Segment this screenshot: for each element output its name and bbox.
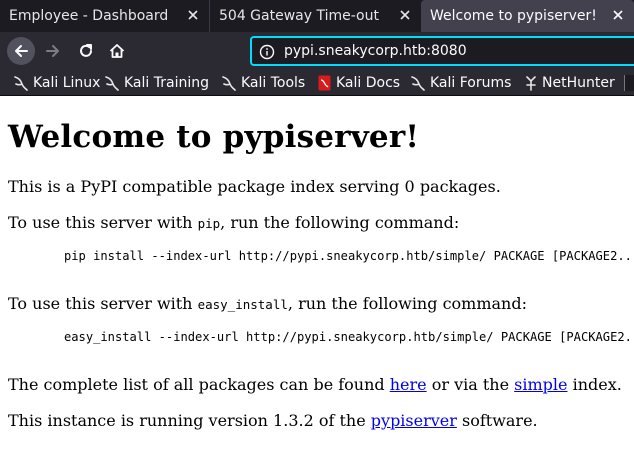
- bookmarks-toolbar: Kali Linux Kali Training Kali Tools Kali…: [0, 70, 634, 96]
- close-icon[interactable]: [185, 7, 201, 23]
- arrow-left-icon: [15, 45, 28, 57]
- address-bar[interactable]: pypi.sneakycorp.htb:8080: [250, 36, 634, 66]
- package-list-after: index.: [567, 375, 622, 394]
- kali-docs-icon: [318, 75, 331, 91]
- version-text: This instance is running version 1.3.2 o…: [8, 411, 538, 430]
- tab-pypiserver[interactable]: Welcome to pypiserver!: [421, 0, 634, 32]
- pypiserver-link[interactable]: pypiserver: [371, 411, 457, 430]
- arrow-right-icon: [46, 45, 59, 57]
- page-title: Welcome to pypiserver!: [8, 119, 420, 155]
- home-icon: [109, 44, 125, 58]
- bookmark-kali-training[interactable]: Kali Training: [105, 73, 209, 93]
- close-icon[interactable]: [610, 7, 626, 23]
- back-button[interactable]: [7, 37, 35, 65]
- forward-button[interactable]: [39, 37, 67, 65]
- url-text[interactable]: pypi.sneakycorp.htb:8080: [284, 43, 467, 59]
- pip-instruction: To use this server with pip, run the fol…: [8, 213, 459, 232]
- bookmark-label: NetHunter: [542, 75, 615, 91]
- here-link[interactable]: here: [390, 375, 427, 394]
- bookmark-kali-linux[interactable]: Kali Linux: [14, 73, 100, 93]
- pip-code: pip: [197, 216, 221, 231]
- package-list-before: The complete list of all packages can be…: [8, 375, 390, 394]
- easy-install-command[interactable]: easy_install --index-url http://pypi.sne…: [64, 330, 634, 344]
- package-list-text: The complete list of all packages can be…: [8, 375, 622, 394]
- home-button[interactable]: [103, 37, 131, 65]
- tab-gateway-timeout[interactable]: 504 Gateway Time-out: [209, 0, 421, 32]
- kali-dragon-icon: [105, 76, 119, 91]
- kali-dragon-icon: [14, 76, 28, 91]
- easy-install-code: easy_install: [197, 297, 288, 312]
- page-content: Welcome to pypiserver! This is a PyPI co…: [0, 97, 634, 450]
- pip-instruction-before: To use this server with: [8, 213, 198, 232]
- pip-instruction-after: , run the following command:: [220, 213, 460, 232]
- reload-icon: [80, 44, 92, 57]
- info-icon[interactable]: [259, 44, 275, 60]
- kali-dragon-icon: [222, 76, 236, 91]
- simple-link[interactable]: simple: [514, 375, 567, 394]
- bookmark-kali-tools[interactable]: Kali Tools: [222, 73, 305, 93]
- bookmark-label: Kali Forums: [430, 75, 512, 91]
- easy-instruction-before: To use this server with: [8, 294, 198, 313]
- bookmarks-overflow-button[interactable]: [624, 75, 634, 91]
- kali-dragon-icon: [411, 76, 425, 91]
- tab-label: Employee - Dashboard: [9, 8, 169, 24]
- nethunter-icon: [526, 76, 536, 91]
- reload-button[interactable]: [72, 37, 100, 65]
- pip-command[interactable]: pip install --index-url http://pypi.snea…: [64, 249, 634, 263]
- easy-install-instruction: To use this server with easy_install, ru…: [8, 294, 527, 313]
- version-before: This instance is running version 1.3.2 o…: [8, 411, 371, 430]
- bookmark-nethunter[interactable]: NetHunter: [525, 73, 615, 93]
- version-after: software.: [456, 411, 538, 430]
- intro-text: This is a PyPI compatible package index …: [8, 177, 501, 196]
- package-list-middle: or via the: [426, 375, 515, 394]
- tab-label: Welcome to pypiserver!: [430, 8, 597, 24]
- easy-instruction-after: , run the following command:: [287, 294, 527, 313]
- tab-employee-dashboard[interactable]: Employee - Dashboard: [0, 0, 209, 32]
- tab-bar: Employee - Dashboard 504 Gateway Time-ou…: [0, 0, 634, 32]
- bookmark-label: Kali Training: [124, 75, 209, 91]
- bookmark-kali-forums[interactable]: Kali Forums: [411, 73, 511, 93]
- bookmark-label: Kali Tools: [241, 75, 306, 91]
- close-icon[interactable]: [397, 7, 413, 23]
- bookmark-kali-docs[interactable]: Kali Docs: [318, 73, 400, 93]
- tab-label: 504 Gateway Time-out: [219, 8, 379, 24]
- bookmark-label: Kali Linux: [33, 75, 101, 91]
- bookmark-label: Kali Docs: [336, 75, 401, 91]
